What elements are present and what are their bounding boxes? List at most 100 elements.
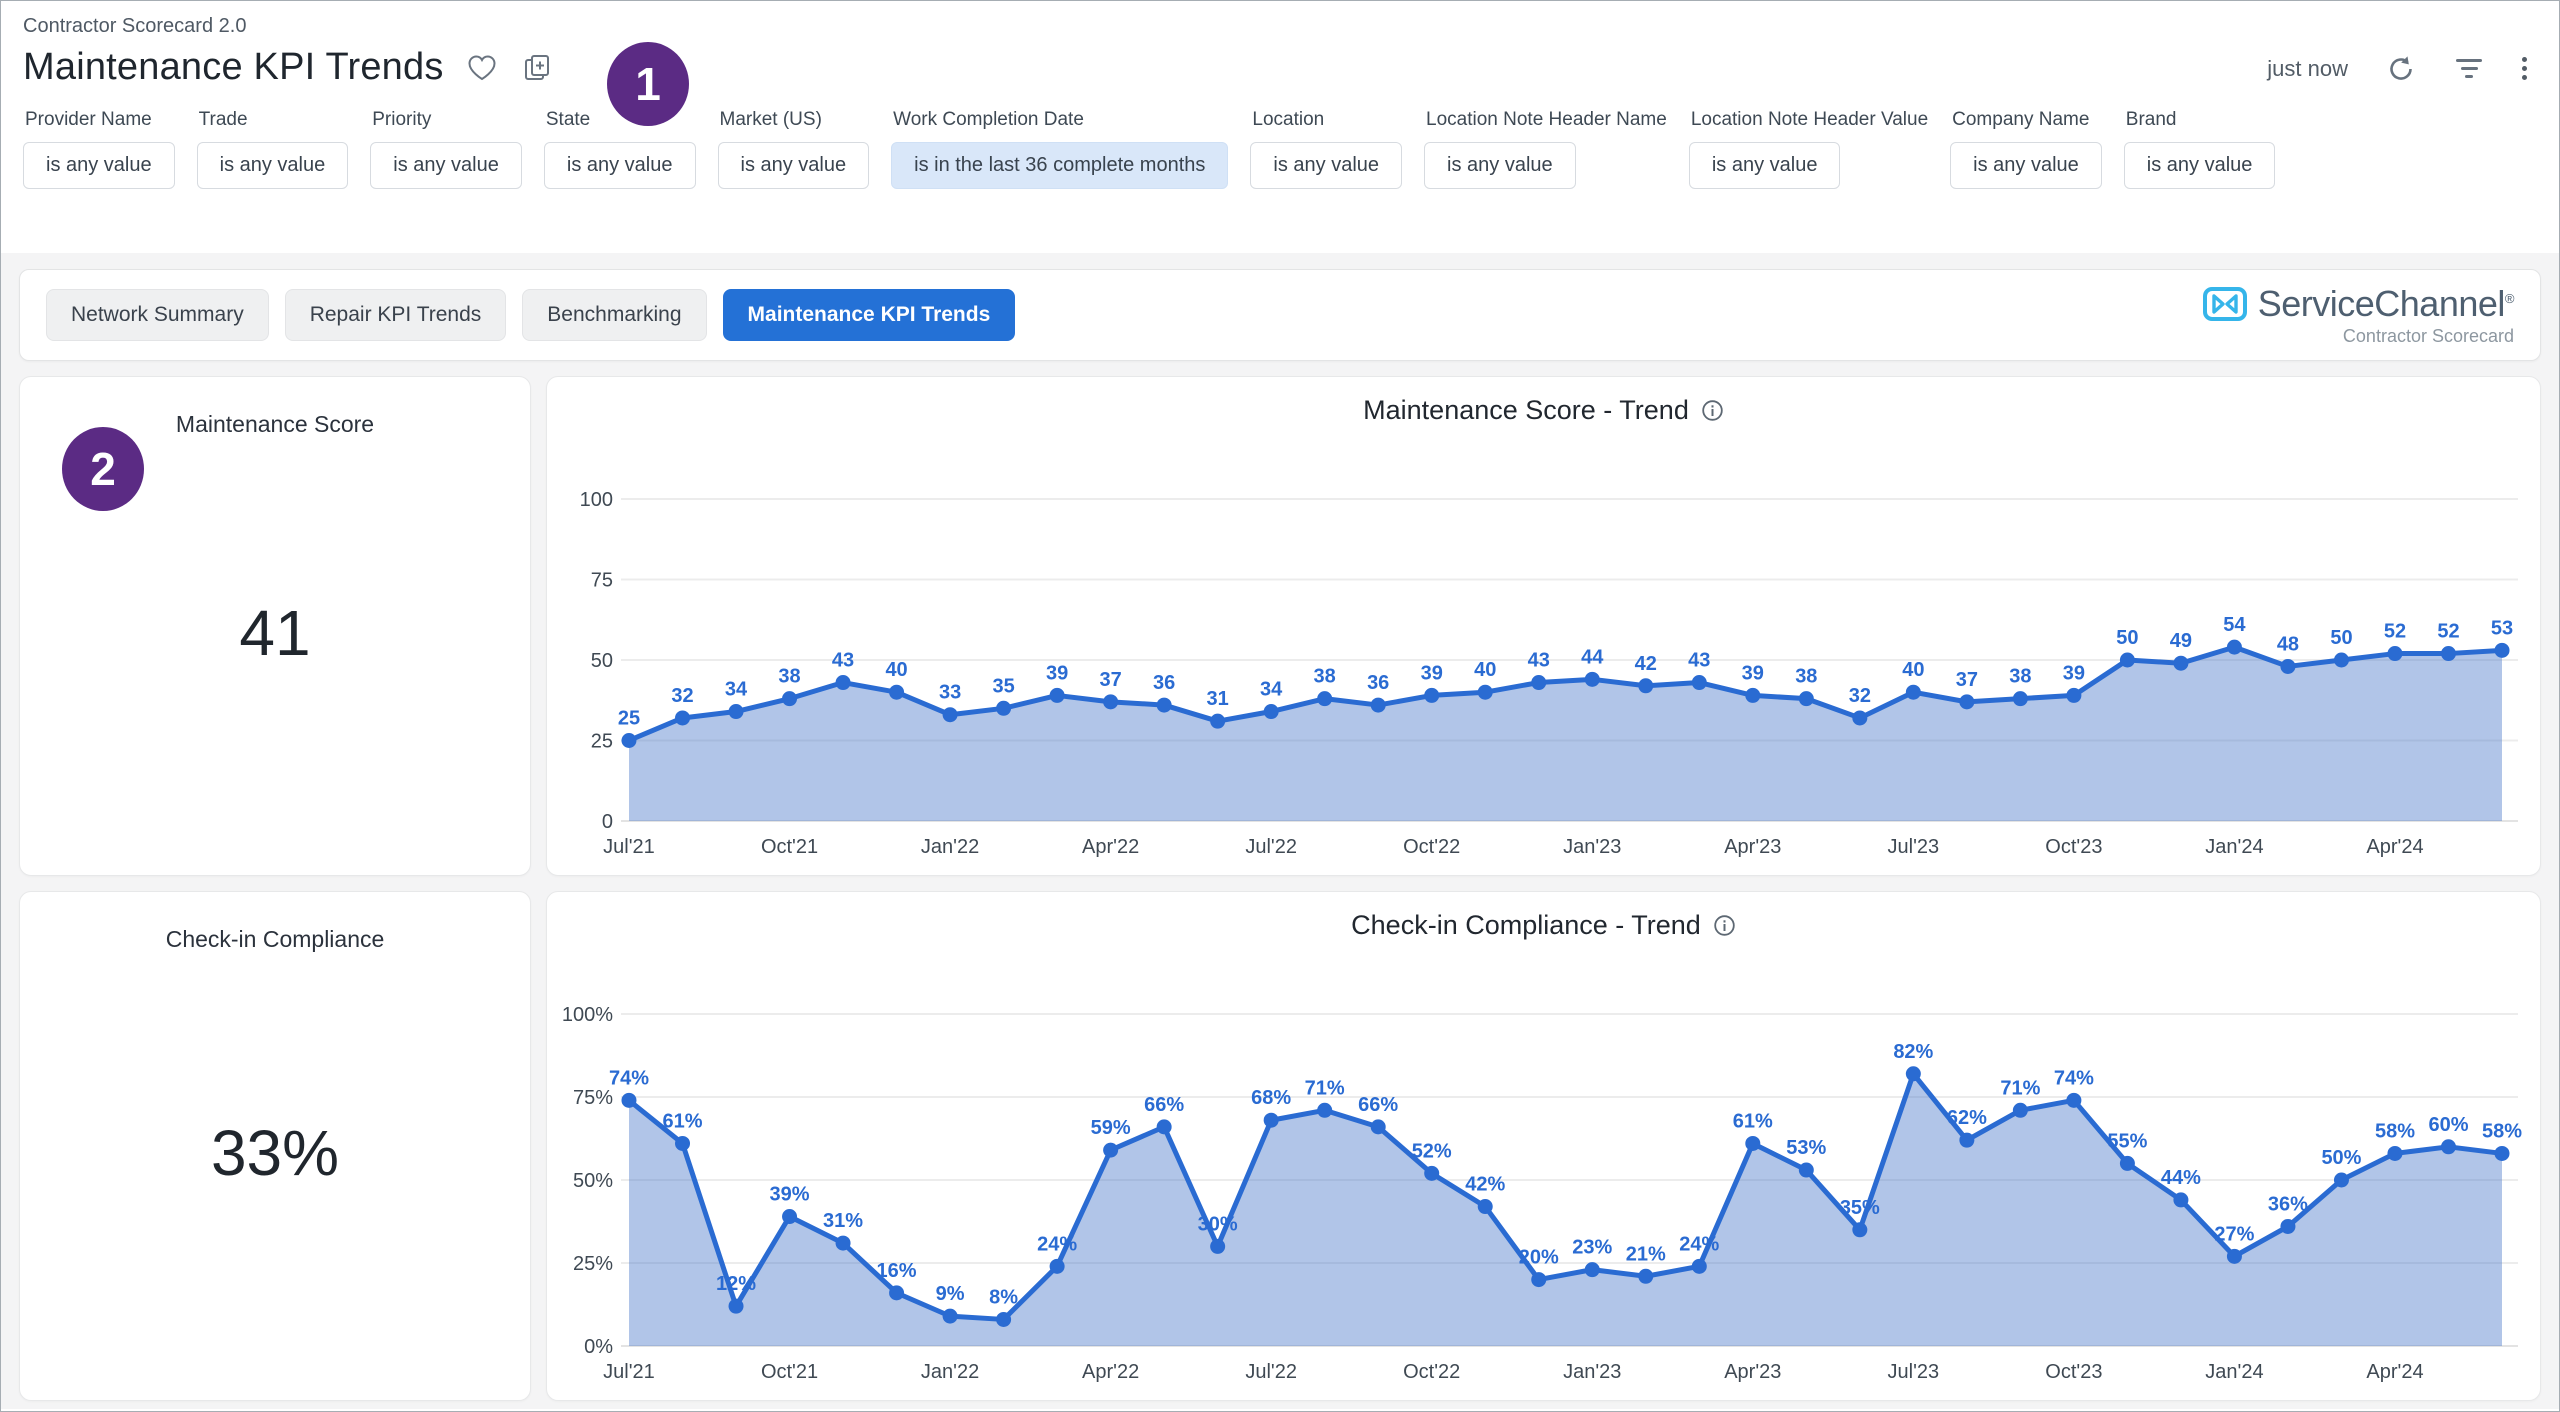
- data-point[interactable]: [622, 1093, 637, 1108]
- data-point[interactable]: [1745, 1136, 1760, 1151]
- data-point[interactable]: [889, 685, 904, 700]
- data-point[interactable]: [2495, 1146, 2510, 1161]
- data-point[interactable]: [1585, 1262, 1600, 1277]
- filter-toggle-button[interactable]: [2454, 52, 2484, 85]
- data-point[interactable]: [2387, 646, 2402, 661]
- data-point[interactable]: [1424, 688, 1439, 703]
- x-axis-tick: Apr'22: [1082, 1361, 1139, 1383]
- data-point[interactable]: [1852, 710, 1867, 725]
- data-point[interactable]: [2495, 643, 2510, 658]
- tab-benchmarking[interactable]: Benchmarking: [522, 289, 706, 341]
- tab-repair-kpi-trends[interactable]: Repair KPI Trends: [285, 289, 507, 341]
- data-point[interactable]: [1531, 1272, 1546, 1287]
- filter-chip-company-name[interactable]: is any value: [1950, 142, 2102, 189]
- data-point[interactable]: [1157, 698, 1172, 713]
- data-point[interactable]: [1210, 714, 1225, 729]
- data-point[interactable]: [1638, 678, 1653, 693]
- data-point[interactable]: [1906, 685, 1921, 700]
- data-point[interactable]: [675, 710, 690, 725]
- data-point[interactable]: [2066, 688, 2081, 703]
- data-point[interactable]: [2441, 646, 2456, 661]
- data-point[interactable]: [2441, 1139, 2456, 1154]
- data-point[interactable]: [1692, 1259, 1707, 1274]
- filter-chip-location-note-header-name[interactable]: is any value: [1424, 142, 1576, 189]
- data-point[interactable]: [1210, 1239, 1225, 1254]
- data-point[interactable]: [1585, 672, 1600, 687]
- breadcrumb[interactable]: Contractor Scorecard 2.0: [23, 15, 2537, 38]
- data-point[interactable]: [1424, 1166, 1439, 1181]
- filter-chip-brand[interactable]: is any value: [2124, 142, 2276, 189]
- data-point[interactable]: [2280, 659, 2295, 674]
- data-point[interactable]: [2387, 1146, 2402, 1161]
- data-point[interactable]: [836, 675, 851, 690]
- data-point[interactable]: [1317, 691, 1332, 706]
- data-point[interactable]: [1264, 1113, 1279, 1128]
- data-point[interactable]: [1317, 1103, 1332, 1118]
- data-point[interactable]: [2334, 1173, 2349, 1188]
- data-point[interactable]: [1478, 685, 1493, 700]
- data-point[interactable]: [1531, 675, 1546, 690]
- data-point[interactable]: [1264, 704, 1279, 719]
- data-point[interactable]: [2227, 640, 2242, 655]
- info-icon[interactable]: [1701, 399, 1724, 422]
- data-point[interactable]: [1799, 691, 1814, 706]
- data-label: 55%: [2107, 1130, 2147, 1152]
- filter-chip-location-note-header-value[interactable]: is any value: [1689, 142, 1841, 189]
- data-point[interactable]: [622, 733, 637, 748]
- data-point[interactable]: [1959, 694, 1974, 709]
- data-point[interactable]: [2227, 1249, 2242, 1264]
- data-point[interactable]: [1371, 1119, 1386, 1134]
- data-point[interactable]: [996, 1312, 1011, 1327]
- data-point[interactable]: [2173, 656, 2188, 671]
- data-point[interactable]: [1103, 1143, 1118, 1158]
- data-point[interactable]: [943, 1309, 958, 1324]
- filter-chip-work-completion-date[interactable]: is in the last 36 complete months: [891, 142, 1228, 189]
- more-options-button[interactable]: [2520, 51, 2529, 86]
- data-point[interactable]: [675, 1136, 690, 1151]
- data-point[interactable]: [2066, 1093, 2081, 1108]
- data-point[interactable]: [996, 701, 1011, 716]
- filter-chip-location[interactable]: is any value: [1250, 142, 1402, 189]
- data-point[interactable]: [1371, 698, 1386, 713]
- y-axis-tick: 25%: [573, 1253, 613, 1275]
- data-point[interactable]: [1157, 1119, 1172, 1134]
- data-point[interactable]: [1906, 1066, 1921, 1081]
- filter-chip-state[interactable]: is any value: [544, 142, 696, 189]
- data-point[interactable]: [729, 1299, 744, 1314]
- add-to-dashboard-button[interactable]: [520, 51, 554, 85]
- data-point[interactable]: [2334, 653, 2349, 668]
- data-label: 12%: [716, 1273, 756, 1295]
- data-point[interactable]: [1799, 1163, 1814, 1178]
- data-point[interactable]: [889, 1285, 904, 1300]
- data-point[interactable]: [2173, 1192, 2188, 1207]
- filter-chip-provider-name[interactable]: is any value: [23, 142, 175, 189]
- filter-chip-priority[interactable]: is any value: [370, 142, 522, 189]
- data-point[interactable]: [2120, 1156, 2135, 1171]
- favorite-button[interactable]: [464, 51, 500, 85]
- data-point[interactable]: [1103, 694, 1118, 709]
- data-point[interactable]: [2280, 1219, 2295, 1234]
- data-point[interactable]: [782, 691, 797, 706]
- data-point[interactable]: [2120, 653, 2135, 668]
- data-point[interactable]: [782, 1209, 797, 1224]
- data-point[interactable]: [1959, 1133, 1974, 1148]
- data-point[interactable]: [836, 1236, 851, 1251]
- data-point[interactable]: [1692, 675, 1707, 690]
- data-point[interactable]: [1638, 1269, 1653, 1284]
- filter-chip-trade[interactable]: is any value: [197, 142, 349, 189]
- data-point[interactable]: [1050, 688, 1065, 703]
- data-point[interactable]: [943, 707, 958, 722]
- info-icon[interactable]: [1713, 914, 1736, 937]
- filter-chip-market-us[interactable]: is any value: [718, 142, 870, 189]
- tab-network-summary[interactable]: Network Summary: [46, 289, 269, 341]
- data-point[interactable]: [729, 704, 744, 719]
- x-axis-tick: Jul'22: [1245, 1361, 1297, 1383]
- data-point[interactable]: [1852, 1222, 1867, 1237]
- data-point[interactable]: [2013, 1103, 2028, 1118]
- data-point[interactable]: [1050, 1259, 1065, 1274]
- data-point[interactable]: [2013, 691, 2028, 706]
- tab-maintenance-kpi-trends[interactable]: Maintenance KPI Trends: [723, 289, 1016, 341]
- data-point[interactable]: [1745, 688, 1760, 703]
- refresh-button[interactable]: [2384, 52, 2418, 86]
- data-point[interactable]: [1478, 1199, 1493, 1214]
